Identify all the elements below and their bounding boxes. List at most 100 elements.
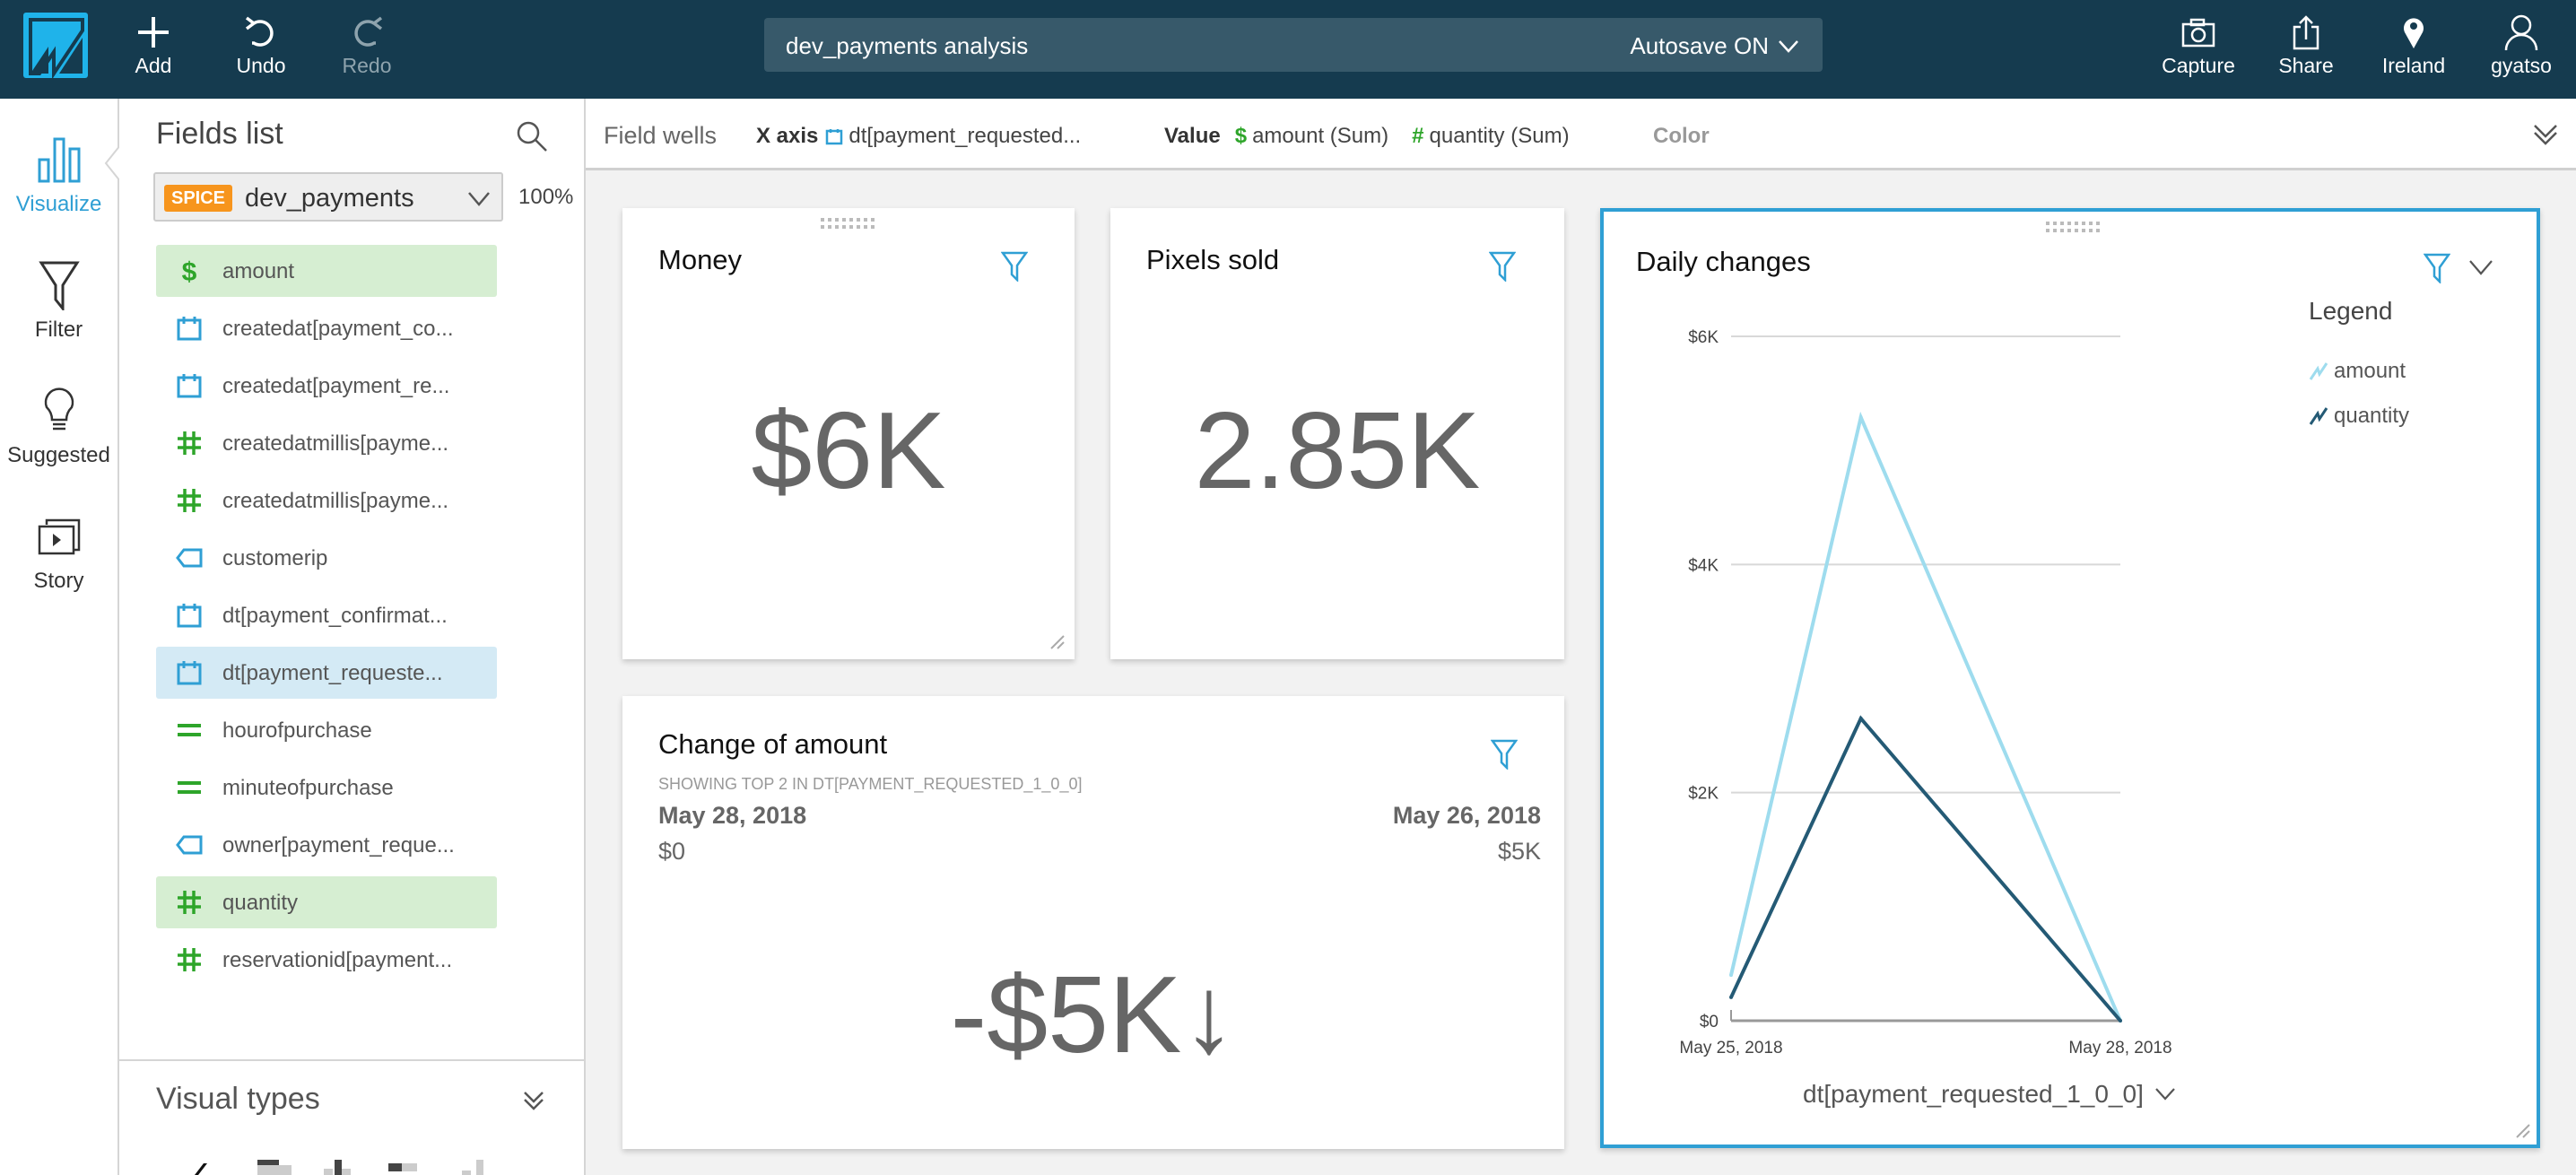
field-label: customerip xyxy=(222,546,328,570)
field-list-item[interactable]: createdat[payment_co... xyxy=(156,302,497,354)
field-list-item[interactable]: dt[payment_requeste... xyxy=(156,647,497,699)
data-point-amount[interactable] xyxy=(1729,973,1733,978)
field-list-item[interactable]: createdatmillis[payme... xyxy=(156,474,497,527)
field-list-item[interactable]: $ amount xyxy=(156,245,497,297)
calendar-icon xyxy=(174,600,205,631)
text-field-icon xyxy=(174,830,205,860)
undo-label: Undo xyxy=(236,54,286,77)
field-list-item[interactable]: dt[payment_confirmat... xyxy=(156,589,497,641)
redo-icon xyxy=(318,13,416,52)
data-point-amount[interactable] xyxy=(1858,415,1863,420)
kpi-card-money[interactable]: Money $6K xyxy=(622,208,1075,659)
x-axis-well[interactable]: X axis dt[payment_requested... xyxy=(756,124,1081,149)
field-list-item[interactable]: hourofpurchase xyxy=(156,704,497,756)
resize-handle-icon[interactable] xyxy=(2513,1121,2531,1139)
series-line-quantity[interactable] xyxy=(1729,715,2122,1023)
capture-label: Capture xyxy=(2162,54,2235,77)
rail-item-story[interactable]: Story xyxy=(0,493,117,610)
line-series-icon xyxy=(2309,362,2328,380)
analysis-title[interactable]: dev_payments analysis xyxy=(786,32,1028,60)
kpi-card-change-of-amount[interactable]: Change of amount SHOWING TOP 2 IN DT[PAY… xyxy=(622,696,1564,1149)
svg-text:$: $ xyxy=(182,257,197,286)
share-button[interactable]: Share xyxy=(2257,0,2355,99)
number-icon: # xyxy=(1412,124,1424,148)
comparison-value-right: $5K xyxy=(1497,838,1541,865)
number-icon xyxy=(174,485,205,516)
plus-icon xyxy=(104,13,203,52)
combo-chart-type-icon xyxy=(462,1171,471,1175)
field-label: dt[payment_requeste... xyxy=(222,661,443,685)
field-list-item[interactable]: quantity xyxy=(156,876,497,928)
search-icon[interactable] xyxy=(514,118,550,154)
chevron-down-icon xyxy=(468,192,490,206)
data-point-quantity[interactable] xyxy=(1858,717,1863,721)
filter-icon[interactable] xyxy=(1001,251,1028,282)
user-button[interactable]: gyatso xyxy=(2472,0,2571,99)
rail-item-visualize[interactable]: Visualize xyxy=(0,117,117,233)
filter-icon[interactable] xyxy=(1491,739,1518,770)
integer-icon xyxy=(174,715,205,745)
x-axis-field-chip[interactable]: dt[payment_requested... xyxy=(825,124,1081,149)
autosave-dropdown[interactable]: Autosave ON xyxy=(1630,32,1799,60)
card-title: Pixels sold xyxy=(1146,244,1280,275)
add-button[interactable]: Add xyxy=(104,0,203,99)
analysis-title-bar[interactable]: dev_payments analysis Autosave ON xyxy=(764,18,1823,72)
series-line-amount[interactable] xyxy=(1729,411,2122,1022)
number-icon xyxy=(174,944,205,975)
left-rail: Visualize Filter Suggested Story xyxy=(0,99,121,1175)
amount-sum-chip[interactable]: $ amount (Sum) xyxy=(1235,124,1388,149)
dataset-select[interactable]: SPICE dev_payments xyxy=(153,172,503,222)
x-tick-label: May 28, 2018 xyxy=(2068,1039,2171,1058)
data-point-quantity[interactable] xyxy=(1729,995,1733,999)
field-wells-bar[interactable]: Field wells X axis dt[payment_requested.… xyxy=(586,99,2576,170)
legend-item-quantity[interactable]: quantity xyxy=(2309,404,2409,429)
data-point-quantity[interactable] xyxy=(2119,1019,2122,1023)
double-chevron-down-icon[interactable] xyxy=(521,1089,546,1114)
card-title: Change of amount xyxy=(658,728,888,760)
share-icon xyxy=(2257,13,2355,52)
redo-button[interactable]: Redo xyxy=(318,0,416,99)
user-icon xyxy=(2472,13,2571,52)
field-list-item[interactable]: owner[payment_reque... xyxy=(156,819,497,871)
undo-button[interactable]: Undo xyxy=(212,0,310,99)
legend-item-amount[interactable]: amount xyxy=(2309,359,2406,384)
visual-types-divider xyxy=(119,1059,584,1061)
kpi-card-pixels-sold[interactable]: Pixels sold 2.85K xyxy=(1110,208,1564,659)
value-well[interactable]: Value $ amount (Sum) # quantity (Sum) xyxy=(1164,124,1570,149)
value-label: Value xyxy=(1164,124,1221,148)
line-chart-card-daily-changes[interactable]: Daily changes $0 $2K $4K $6K May 25, 2018 May… xyxy=(1600,208,2540,1148)
rail-label: Story xyxy=(33,569,84,593)
rail-item-filter[interactable]: Filter xyxy=(0,242,117,359)
x-axis-label: X axis xyxy=(756,124,819,148)
resize-handle-icon[interactable] xyxy=(1048,632,1066,650)
lightbulb-icon xyxy=(0,386,117,436)
field-list-item[interactable]: reservationid[payment... xyxy=(156,934,497,986)
field-label: createdatmillis[payme... xyxy=(222,489,449,513)
x-axis-title[interactable]: dt[payment_requested_1_0_0] xyxy=(1803,1080,2176,1109)
rail-label: Suggested xyxy=(7,443,110,467)
color-well[interactable]: Color xyxy=(1653,124,1710,149)
drag-handle-icon[interactable] xyxy=(821,217,876,230)
filter-icon[interactable] xyxy=(1489,251,1516,282)
visual-types-icons[interactable] xyxy=(182,1160,559,1175)
integer-icon xyxy=(174,772,205,803)
double-chevron-down-icon[interactable] xyxy=(2531,120,2560,149)
region-button[interactable]: Ireland xyxy=(2364,0,2463,99)
capture-button[interactable]: Capture xyxy=(2149,0,2248,99)
quantity-sum-field: quantity (Sum) xyxy=(1429,124,1570,148)
field-list-item[interactable]: customerip xyxy=(156,532,497,584)
rail-item-suggested[interactable]: Suggested xyxy=(0,368,117,484)
quantity-sum-chip[interactable]: # quantity (Sum) xyxy=(1412,124,1569,149)
field-list-item[interactable]: createdatmillis[payme... xyxy=(156,417,497,469)
redo-label: Redo xyxy=(342,54,392,77)
spice-badge: SPICE xyxy=(164,185,233,212)
line-chart-type-icon xyxy=(195,1163,207,1175)
dataset-name: dev_payments xyxy=(245,184,414,213)
quicksight-logo[interactable] xyxy=(23,13,88,78)
legend-title: Legend xyxy=(2309,297,2393,325)
kpi-value: 2.85K xyxy=(1194,389,1481,511)
field-list-item[interactable]: minuteofpurchase xyxy=(156,762,497,814)
field-label: quantity xyxy=(222,891,299,915)
field-list-item[interactable]: createdat[payment_re... xyxy=(156,360,497,412)
field-label: owner[payment_reque... xyxy=(222,833,455,857)
